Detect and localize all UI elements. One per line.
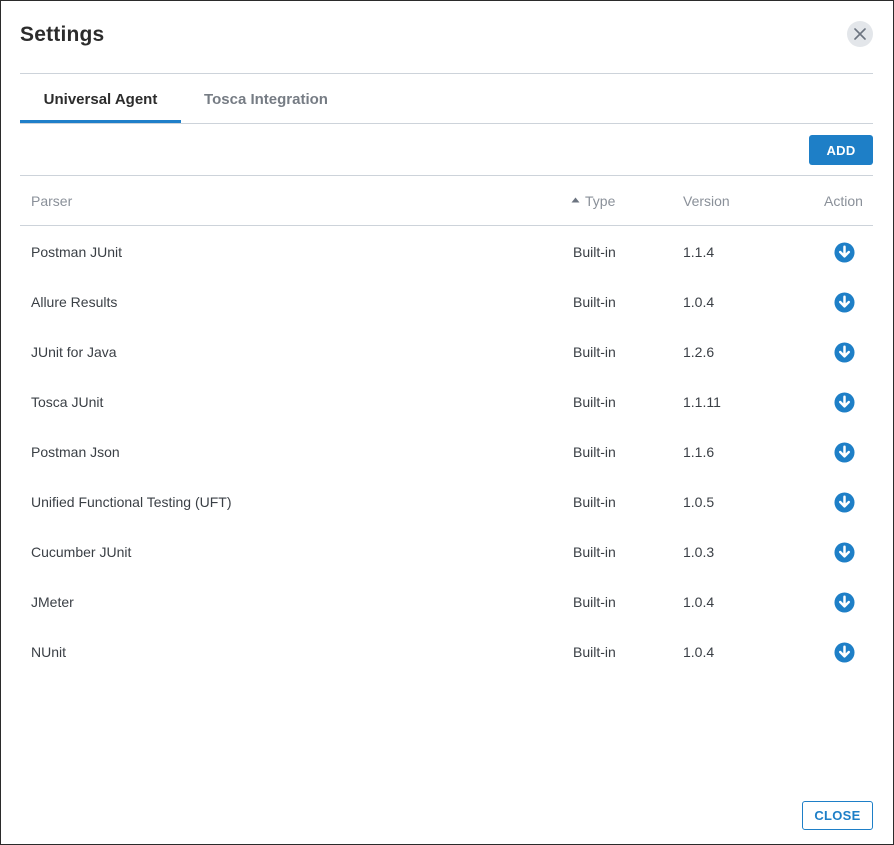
column-header-type-label: Type — [585, 193, 616, 209]
parser-name: Postman Json — [31, 444, 120, 460]
table-row: Unified Functional Testing (UFT) Built-i… — [20, 477, 873, 527]
parser-version: 1.1.6 — [683, 444, 715, 460]
table-row: Postman Json Built-in 1.1.6 — [20, 427, 873, 477]
column-header-parser[interactable]: Parser — [31, 177, 72, 225]
download-icon[interactable] — [832, 327, 856, 377]
download-icon[interactable] — [832, 227, 856, 277]
parser-version: 1.0.3 — [683, 544, 715, 560]
parser-name: NUnit — [31, 644, 67, 660]
parser-type: Built-in — [573, 294, 616, 310]
parser-type: Built-in — [573, 494, 616, 510]
parser-name: Tosca JUnit — [31, 394, 104, 410]
column-header-version[interactable]: Version — [683, 177, 730, 225]
table-row: Postman JUnit Built-in 1.1.4 — [20, 227, 873, 277]
parser-type: Built-in — [573, 544, 616, 560]
parser-type: Built-in — [573, 444, 616, 460]
parser-type: Built-in — [573, 594, 616, 610]
table-row: Cucumber JUnit Built-in 1.0.3 — [20, 527, 873, 577]
column-header-action: Action — [824, 193, 863, 209]
download-icon[interactable] — [832, 377, 856, 427]
tab-bar: Universal Agent Tosca Integration — [20, 75, 873, 123]
parser-version: 1.0.5 — [683, 494, 715, 510]
download-icon[interactable] — [832, 427, 856, 477]
parser-version: 1.1.4 — [683, 244, 715, 260]
parser-version: 1.0.4 — [683, 594, 715, 610]
table-row: NUnit Built-in 1.0.4 — [20, 627, 873, 677]
download-icon[interactable] — [832, 577, 856, 627]
table-row: JUnit for Java Built-in 1.2.6 — [20, 327, 873, 377]
table-header: Parser Type Version Action — [20, 177, 873, 225]
table-row: Allure Results Built-in 1.0.4 — [20, 277, 873, 327]
column-header-type[interactable]: Type — [571, 177, 615, 225]
parser-type: Built-in — [573, 394, 616, 410]
parser-type: Built-in — [573, 644, 616, 660]
download-icon[interactable] — [832, 477, 856, 527]
tabs-divider — [20, 123, 873, 124]
settings-dialog: Settings Universal Agent Tosca Integrati… — [0, 0, 894, 845]
sort-asc-icon — [571, 197, 580, 202]
parser-version: 1.0.4 — [683, 294, 715, 310]
close-button[interactable]: CLOSE — [802, 801, 873, 830]
parser-type: Built-in — [573, 344, 616, 360]
table-header-divider — [20, 225, 873, 226]
tab-universal-agent[interactable]: Universal Agent — [20, 75, 181, 123]
add-button[interactable]: ADD — [809, 135, 873, 165]
table-top-divider — [20, 175, 873, 176]
table-row: JMeter Built-in 1.0.4 — [20, 577, 873, 627]
parser-name: Allure Results — [31, 294, 118, 310]
tab-tosca-integration[interactable]: Tosca Integration — [181, 75, 351, 123]
parser-name: JUnit for Java — [31, 344, 117, 360]
title-divider — [20, 73, 873, 74]
parser-version: 1.0.4 — [683, 644, 715, 660]
parser-name: JMeter — [31, 594, 74, 610]
download-icon[interactable] — [832, 527, 856, 577]
close-icon[interactable] — [847, 21, 873, 47]
parser-name: Unified Functional Testing (UFT) — [31, 494, 232, 510]
parser-name: Cucumber JUnit — [31, 544, 132, 560]
parser-type: Built-in — [573, 244, 616, 260]
parser-version: 1.1.11 — [683, 394, 721, 410]
dialog-title: Settings — [20, 23, 105, 46]
close-x-glyph — [854, 28, 866, 40]
table-row: Tosca JUnit Built-in 1.1.11 — [20, 377, 873, 427]
parser-table-body: Postman JUnit Built-in 1.1.4 Allure Resu… — [20, 227, 873, 677]
parser-version: 1.2.6 — [683, 344, 715, 360]
download-icon[interactable] — [832, 627, 856, 677]
parser-name: Postman JUnit — [31, 244, 123, 260]
download-icon[interactable] — [832, 277, 856, 327]
